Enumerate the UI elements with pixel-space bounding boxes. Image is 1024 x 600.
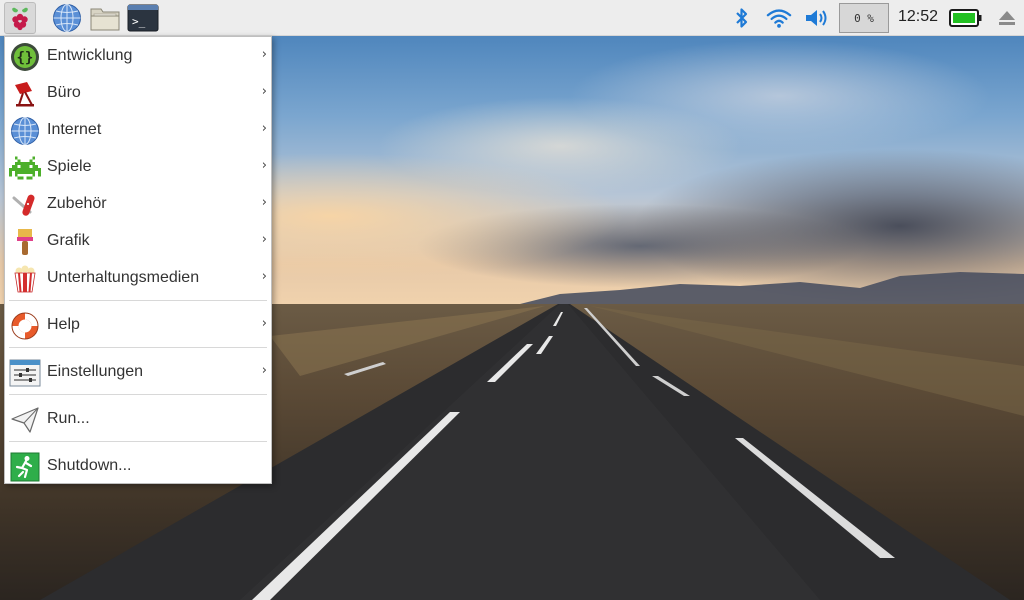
exit-icon	[9, 451, 41, 483]
submenu-arrow-icon: ›	[261, 47, 267, 62]
office-icon	[9, 78, 41, 110]
terminal-launcher[interactable]: >_	[127, 2, 159, 34]
space-invader-icon	[9, 152, 41, 184]
battery-tray-button[interactable]	[948, 5, 984, 31]
settings-sliders-icon	[9, 357, 41, 389]
web-browser-launcher[interactable]	[51, 2, 83, 34]
menu-item-einstellungen[interactable]: Einstellungen ›	[5, 354, 271, 391]
menu-item-grafik[interactable]: Grafik ›	[5, 223, 271, 260]
programming-icon: {}	[9, 41, 41, 73]
submenu-arrow-icon: ›	[261, 195, 267, 210]
submenu-arrow-icon: ›	[261, 232, 267, 247]
raspberry-menu-button[interactable]	[4, 2, 36, 34]
bluetooth-icon	[736, 8, 748, 28]
menu-separator	[9, 441, 267, 442]
application-menu: {} Entwicklung › Büro › Internet › Spiel…	[4, 36, 272, 484]
submenu-arrow-icon: ›	[261, 316, 267, 331]
eject-icon	[999, 11, 1015, 25]
terminal-icon: >_	[127, 4, 159, 32]
globe-icon	[9, 115, 41, 147]
menu-item-label: Büro	[47, 84, 81, 101]
lifebuoy-icon	[9, 310, 41, 342]
popcorn-icon	[9, 263, 41, 295]
svg-text:{}: {}	[17, 50, 34, 66]
menu-item-label: Unterhaltungsmedien	[47, 269, 200, 286]
file-manager-launcher[interactable]	[89, 2, 121, 34]
paintbrush-icon	[9, 226, 41, 258]
menu-item-buero[interactable]: Büro ›	[5, 75, 271, 112]
menu-separator	[9, 347, 267, 348]
paper-plane-icon	[9, 404, 41, 436]
raspberry-icon	[12, 7, 28, 31]
speaker-icon	[806, 10, 827, 26]
cpu-usage-value: 0 %	[854, 11, 874, 25]
menu-item-label: Run...	[47, 410, 90, 427]
menu-item-label: Spiele	[47, 158, 92, 175]
menu-item-label: Help	[47, 316, 80, 333]
menu-item-spiele[interactable]: Spiele ›	[5, 149, 271, 186]
wifi-icon	[766, 9, 792, 28]
wifi-tray-button[interactable]	[766, 5, 792, 31]
eject-tray-button[interactable]	[994, 5, 1020, 31]
folder-icon	[90, 8, 120, 31]
submenu-arrow-icon: ›	[261, 269, 267, 284]
globe-icon	[53, 4, 81, 32]
swiss-knife-icon	[9, 189, 41, 221]
menu-item-entwicklung[interactable]: {} Entwicklung ›	[5, 38, 271, 75]
menu-item-zubehoer[interactable]: Zubehör ›	[5, 186, 271, 223]
menu-item-shutdown[interactable]: Shutdown...	[5, 448, 271, 485]
menu-item-label: Grafik	[47, 232, 90, 249]
cpu-usage-monitor[interactable]: 0 %	[839, 3, 889, 33]
battery-icon	[949, 9, 982, 27]
menu-item-label: Einstellungen	[47, 363, 144, 380]
taskbar-panel: >_ 0 % 12:52	[0, 0, 1024, 36]
menu-item-label: Entwicklung	[47, 47, 133, 64]
clock[interactable]: 12:52	[898, 8, 938, 26]
menu-item-unterhaltungsmedien[interactable]: Unterhaltungsmedien ›	[5, 260, 271, 297]
menu-item-run[interactable]: Run...	[5, 401, 271, 438]
submenu-arrow-icon: ›	[261, 121, 267, 136]
submenu-arrow-icon: ›	[261, 84, 267, 99]
menu-item-label: Internet	[47, 121, 102, 138]
menu-item-help[interactable]: Help ›	[5, 307, 271, 344]
menu-item-label: Shutdown...	[47, 457, 132, 474]
submenu-arrow-icon: ›	[261, 158, 267, 173]
menu-separator	[9, 300, 267, 301]
bluetooth-tray-button[interactable]	[729, 5, 755, 31]
menu-item-label: Zubehör	[47, 195, 107, 212]
volume-tray-button[interactable]	[804, 5, 830, 31]
submenu-arrow-icon: ›	[261, 363, 267, 378]
menu-item-internet[interactable]: Internet ›	[5, 112, 271, 149]
menu-separator	[9, 394, 267, 395]
svg-text:>_: >_	[132, 15, 146, 28]
